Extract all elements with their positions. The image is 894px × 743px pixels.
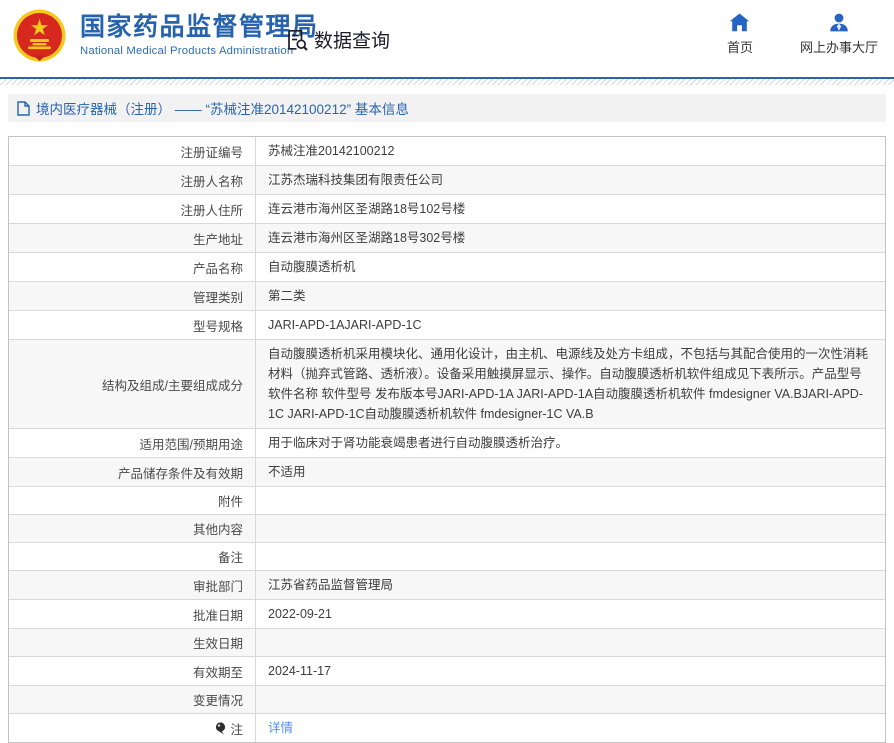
table-row: 附件 <box>9 487 885 515</box>
row-label: 产品储存条件及有效期 <box>9 458 256 486</box>
row-value: 自动腹膜透析机采用模块化、通用化设计，由主机、电源线及处方卡组成，不包括与其配合… <box>268 347 869 421</box>
row-label: 注册人住所 <box>9 195 256 223</box>
page-header: 国家药品监督管理局 National Medical Products Admi… <box>0 0 894 77</box>
row-label: 有效期至 <box>9 657 256 685</box>
table-row: 注册人名称 江苏杰瑞科技集团有限责任公司 <box>9 166 885 195</box>
row-value <box>256 686 885 713</box>
home-icon <box>729 13 750 32</box>
document-search-icon <box>285 28 309 52</box>
row-label: 型号规格 <box>9 311 256 339</box>
data-query-nav[interactable]: 数据查询 <box>285 26 390 53</box>
table-row: 其他内容 <box>9 515 885 543</box>
nav-home-label: 首页 <box>726 40 753 55</box>
nav-item-home[interactable]: 首页 <box>718 13 762 56</box>
site-title-zh: 国家药品监督管理局 <box>80 13 319 42</box>
table-row: 产品名称 自动腹膜透析机 <box>9 253 885 282</box>
row-label: 批准日期 <box>9 600 256 628</box>
table-row: 管理类别 第二类 <box>9 282 885 311</box>
row-value: 自动腹膜透析机 <box>268 260 356 274</box>
table-row: 有效期至 2024-11-17 <box>9 657 885 686</box>
row-value: 不适用 <box>268 465 306 479</box>
row-label: 管理类别 <box>9 282 256 310</box>
table-row: 适用范围/预期用途 用于临床对于肾功能衰竭患者进行自动腹膜透析治疗。 <box>9 429 885 458</box>
row-value: 江苏省药品监督管理局 <box>268 578 394 592</box>
table-row: 注册证编号 苏械注准20142100212 <box>9 137 885 166</box>
row-value <box>256 487 885 514</box>
data-query-label: 数据查询 <box>314 31 391 52</box>
row-label: 变更情况 <box>9 686 256 713</box>
person-icon <box>829 13 849 32</box>
table-row: 变更情况 <box>9 686 885 714</box>
row-value: 用于临床对于肾功能衰竭患者进行自动腹膜透析治疗。 <box>268 436 569 450</box>
table-row: 型号规格 JARI-APD-1AJARI-APD-1C <box>9 311 885 340</box>
table-row: 生产地址 连云港市海州区圣湖路18号302号楼 <box>9 224 885 253</box>
breadcrumb-text: 境内医疗器械（注册） —— “苏械注准20142100212” 基本信息 <box>36 102 409 117</box>
row-value: 连云港市海州区圣湖路18号302号楼 <box>268 231 466 245</box>
table-row: 审批部门 江苏省药品监督管理局 <box>9 571 885 600</box>
row-label: 备注 <box>9 543 256 570</box>
china-national-emblem-icon <box>13 9 66 62</box>
row-label: 附件 <box>9 487 256 514</box>
table-row: 结构及组成/主要组成成分 自动腹膜透析机采用模块化、通用化设计，由主机、电源线及处… <box>9 340 885 429</box>
row-value <box>256 543 885 570</box>
document-icon <box>17 100 30 116</box>
detail-link[interactable]: 详情 <box>268 718 293 738</box>
site-title-en: National Medical Products Administration <box>80 44 294 57</box>
table-row-note: 注 详情 <box>9 714 885 742</box>
breadcrumb: 境内医疗器械（注册） —— “苏械注准20142100212” 基本信息 <box>8 94 886 122</box>
table-row: 产品储存条件及有效期 不适用 <box>9 458 885 487</box>
table-row: 注册人住所 连云港市海州区圣湖路18号102号楼 <box>9 195 885 224</box>
row-label: 其他内容 <box>9 515 256 542</box>
row-label: 适用范围/预期用途 <box>9 429 256 457</box>
row-value: 第二类 <box>268 289 306 303</box>
row-value: 2022-09-21 <box>268 607 332 621</box>
row-value <box>256 629 885 656</box>
row-value <box>256 515 885 542</box>
header-nav: 首页 网上办事大厅 <box>718 13 878 56</box>
registration-info-table: 注册证编号 苏械注准20142100212 注册人名称 江苏杰瑞科技集团有限责任公司… <box>8 136 886 743</box>
row-label: 生效日期 <box>9 629 256 656</box>
row-label: 结构及组成/主要组成成分 <box>9 340 256 428</box>
row-value: JARI-APD-1AJARI-APD-1C <box>268 318 422 332</box>
row-label: 注 <box>9 714 256 742</box>
row-label: 审批部门 <box>9 571 256 599</box>
row-label: 注册人名称 <box>9 166 256 194</box>
row-value: 江苏杰瑞科技集团有限责任公司 <box>268 173 444 187</box>
row-value: 详情 <box>256 714 885 742</box>
note-icon <box>215 721 226 735</box>
row-label: 生产地址 <box>9 224 256 252</box>
row-value: 连云港市海州区圣湖路18号102号楼 <box>268 202 466 216</box>
table-row: 批准日期 2022-09-21 <box>9 600 885 629</box>
site-logo[interactable]: 国家药品监督管理局 National Medical Products Admi… <box>13 9 319 62</box>
site-titles: 国家药品监督管理局 National Medical Products Admi… <box>80 14 319 57</box>
table-row: 生效日期 <box>9 629 885 657</box>
nav-item-service-hall[interactable]: 网上办事大厅 <box>800 13 878 56</box>
row-value: 2024-11-17 <box>268 664 332 678</box>
row-value: 苏械注准20142100212 <box>268 144 395 158</box>
table-row: 备注 <box>9 543 885 571</box>
nav-service-hall-label: 网上办事大厅 <box>799 40 878 55</box>
row-label: 注册证编号 <box>9 137 256 165</box>
row-label: 产品名称 <box>9 253 256 281</box>
header-hatch-band <box>0 79 894 85</box>
